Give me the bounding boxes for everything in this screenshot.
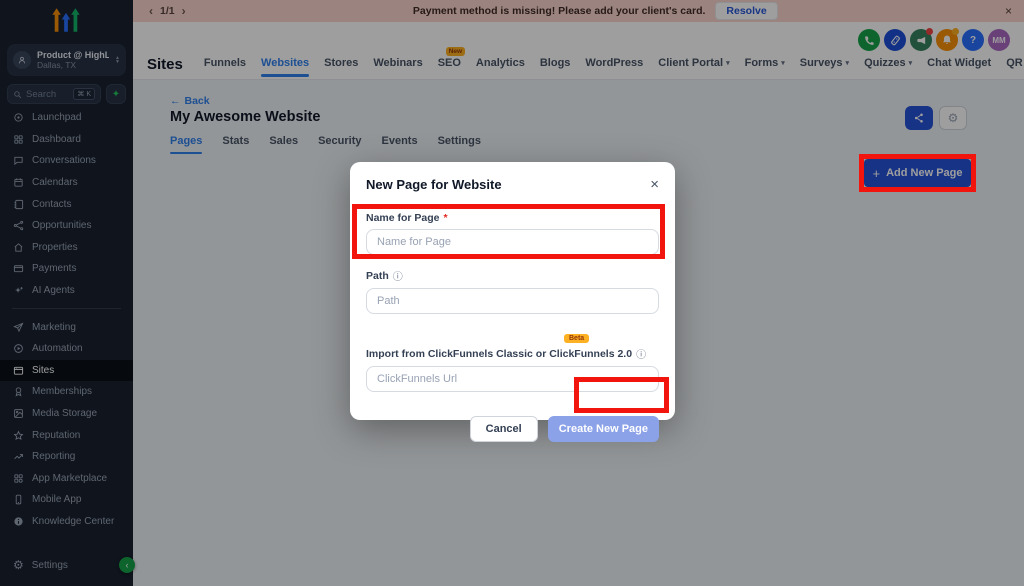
name-for-page-input[interactable] (366, 229, 659, 255)
path-field-label: Path ⓘ (366, 268, 659, 283)
path-input[interactable] (366, 288, 659, 314)
close-icon[interactable]: × (650, 177, 659, 192)
modal-title: New Page for Website (366, 177, 502, 192)
import-field-group: Beta Import from ClickFunnels Classic or… (366, 327, 659, 392)
name-field-label: Name for Page * (366, 212, 659, 224)
cancel-button[interactable]: Cancel (470, 416, 538, 442)
required-asterisk: * (444, 212, 448, 224)
name-field-group: Name for Page * (366, 212, 659, 255)
beta-badge: Beta (564, 334, 589, 343)
clickfunnels-url-input[interactable] (366, 366, 659, 392)
modal-header: New Page for Website × (366, 177, 659, 192)
modal-footer: Cancel Create New Page (366, 416, 659, 442)
import-field-label: Import from ClickFunnels Classic or Clic… (366, 346, 659, 361)
beta-row: Beta (564, 327, 659, 345)
create-new-page-button[interactable]: Create New Page (548, 416, 659, 442)
info-icon: ⓘ (636, 346, 646, 361)
info-icon: ⓘ (393, 268, 403, 283)
new-page-modal: New Page for Website × Name for Page * P… (350, 162, 675, 420)
path-field-group: Path ⓘ (366, 268, 659, 314)
